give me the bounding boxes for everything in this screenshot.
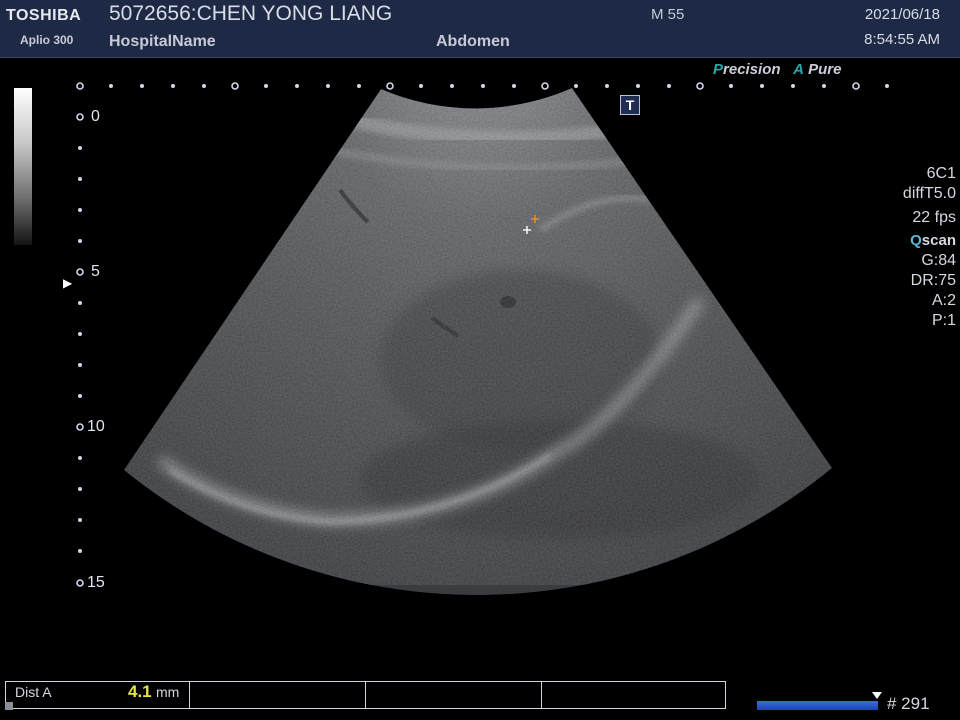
top-scale bbox=[76, 82, 889, 90]
qscan-rest: scan bbox=[921, 232, 956, 249]
ultrasound-screen: TOSHIBA Aplio 300 5072656:CHEN YONG LIAN… bbox=[0, 0, 960, 720]
ultrasound-image[interactable] bbox=[0, 0, 960, 720]
depth-label-10: 10 bbox=[87, 418, 105, 435]
image-option-labels: Precision A Pure bbox=[713, 61, 841, 78]
image-sector[interactable] bbox=[120, 85, 840, 596]
focus-marker-icon[interactable]: ▶ bbox=[63, 276, 72, 290]
measurement-label: Dist A bbox=[15, 684, 52, 700]
frame-rate: 22 fps bbox=[912, 209, 956, 226]
frame-number: # 291 bbox=[887, 694, 930, 713]
qscan-label: Qscan bbox=[903, 231, 956, 251]
preset-name: diffT5.0 bbox=[902, 185, 956, 202]
measurement-bar: Dist A 4.1 mm bbox=[5, 681, 726, 709]
measurement-cell-empty bbox=[190, 682, 366, 708]
status-square bbox=[5, 702, 13, 710]
measurement-value: 4.1 bbox=[128, 682, 152, 701]
qscan-q: Q bbox=[910, 232, 922, 249]
gain-value: G:84 bbox=[921, 252, 956, 269]
measurement-cell-empty bbox=[542, 682, 725, 708]
probe-name: 6C1 bbox=[926, 165, 956, 182]
a-value: A:2 bbox=[931, 292, 956, 309]
measurement-cell-dist-a[interactable]: Dist A 4.1 mm bbox=[6, 682, 190, 708]
depth-label-5: 5 bbox=[91, 263, 100, 280]
dynamic-range-value: DR:75 bbox=[910, 272, 956, 289]
cine-marker-icon[interactable] bbox=[872, 692, 882, 699]
p-value: P:1 bbox=[931, 312, 956, 329]
precision-accent: P bbox=[713, 61, 724, 78]
apure-accent: A bbox=[793, 61, 804, 78]
parameter-panel: 6C1 diffT5.0 22 fps Qscan G:84 DR:75 A:2… bbox=[903, 164, 956, 331]
apure-label: Pure bbox=[808, 61, 842, 78]
depth-label-0: 0 bbox=[91, 108, 100, 125]
cine-progress-bar[interactable] bbox=[757, 701, 878, 710]
t-icon[interactable]: T bbox=[620, 95, 640, 115]
depth-scale bbox=[76, 113, 84, 587]
measurement-cell-empty bbox=[366, 682, 542, 708]
measurement-unit: mm bbox=[156, 684, 180, 700]
precision-label: recision bbox=[723, 61, 781, 78]
depth-label-15: 15 bbox=[87, 574, 105, 591]
grayscale-bar bbox=[14, 88, 32, 245]
